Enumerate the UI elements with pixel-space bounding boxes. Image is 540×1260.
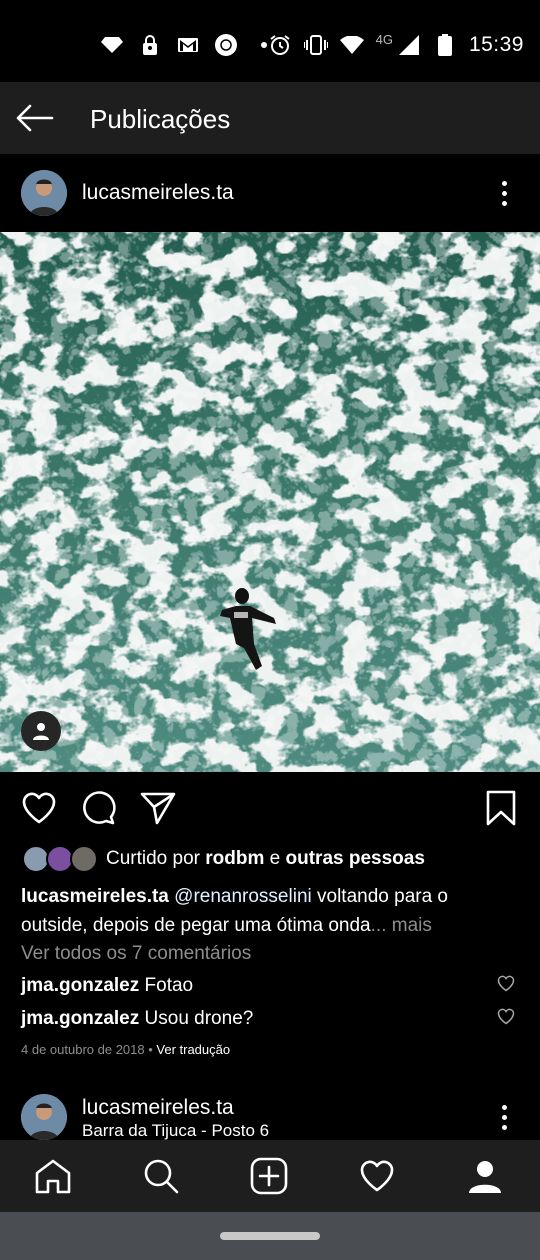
likes-prefix: Curtido por	[106, 848, 206, 869]
comment-username[interactable]: jma.gonzalez	[21, 1008, 139, 1029]
comment-username[interactable]: jma.gonzalez	[21, 975, 139, 996]
liker-avatar	[70, 845, 98, 873]
likes-text: Curtido por rodbm e outras pessoas	[106, 848, 425, 870]
caption-mention[interactable]: @renanrosselini	[174, 886, 312, 907]
system-icons: 4G 15:39	[268, 31, 524, 57]
comment-button[interactable]	[78, 788, 118, 828]
more-options-button[interactable]	[492, 1099, 516, 1135]
wifi-icon	[339, 33, 364, 57]
nav-new-post-button[interactable]	[249, 1156, 289, 1196]
comment: jma.gonzalez Usou drone?	[21, 1008, 253, 1030]
heart-icon	[497, 975, 515, 991]
post-caption: lucasmeireles.ta @renanrosselini voltand…	[21, 882, 511, 940]
translate-link[interactable]: Ver tradução	[156, 1042, 230, 1057]
likes-summary[interactable]: Curtido por rodbm e outras pessoas	[22, 843, 425, 875]
avatar[interactable]	[21, 1094, 67, 1140]
back-button[interactable]	[14, 100, 56, 136]
signal-icon	[397, 33, 421, 57]
system-navigation-bar	[0, 1212, 540, 1260]
lock-person-icon	[138, 33, 162, 57]
vibrate-icon	[303, 33, 328, 57]
post-username[interactable]: lucasmeireles.ta	[82, 181, 234, 205]
post-meta: 4 de outubro de 2018 • Ver tradução	[21, 1042, 230, 1057]
share-button[interactable]	[138, 788, 178, 828]
nav-search-button[interactable]	[141, 1156, 181, 1196]
send-icon	[140, 792, 176, 825]
heart-icon	[360, 1160, 394, 1192]
meta-separator: •	[144, 1042, 157, 1057]
next-post-location[interactable]: Barra da Tijuca - Posto 6	[82, 1121, 269, 1141]
page-title: Publicações	[90, 104, 231, 134]
home-icon	[35, 1159, 71, 1194]
like-button[interactable]	[19, 788, 59, 828]
more-options-button[interactable]	[492, 175, 516, 211]
kebab-dot	[501, 190, 507, 196]
view-all-comments-link[interactable]: Ver todos os 7 comentários	[21, 943, 251, 965]
notification-icons	[100, 33, 276, 57]
comment-text: Usou drone?	[144, 1008, 254, 1029]
heart-icon	[497, 1008, 515, 1024]
add-post-icon	[250, 1157, 288, 1195]
comment-like-button[interactable]	[496, 973, 516, 993]
search-icon	[144, 1159, 179, 1194]
back-arrow-icon	[16, 104, 54, 132]
network-type-label: 4G	[375, 31, 393, 47]
heart-icon	[22, 792, 56, 824]
globo-app-icon	[214, 33, 238, 57]
comment: jma.gonzalez Fotao	[21, 975, 193, 997]
likes-joiner: e	[264, 848, 286, 869]
kebab-dot	[501, 1124, 507, 1130]
home-gesture-pill[interactable]	[220, 1232, 320, 1240]
caption-more-link[interactable]: ... mais	[371, 915, 432, 936]
comment-icon	[83, 791, 116, 825]
battery-icon	[433, 33, 457, 57]
bottom-nav	[0, 1140, 540, 1212]
nav-profile-button[interactable]	[465, 1156, 505, 1196]
avatar[interactable]	[21, 170, 67, 216]
diamond-icon	[100, 33, 124, 57]
next-post-username[interactable]: lucasmeireles.ta	[82, 1096, 234, 1120]
status-bar: 4G 15:39	[0, 0, 540, 82]
app-bar: Publicações	[0, 82, 540, 154]
nav-activity-button[interactable]	[357, 1156, 397, 1196]
comment-like-button[interactable]	[496, 1006, 516, 1026]
kebab-dot	[501, 1114, 507, 1120]
post-date: 4 de outubro de 2018	[21, 1042, 145, 1057]
kebab-dot	[501, 200, 507, 206]
person-icon	[33, 723, 49, 740]
liker-avatars	[22, 844, 100, 874]
tagged-people-button[interactable]	[21, 711, 61, 751]
profile-icon	[469, 1161, 501, 1193]
bookmark-icon	[486, 790, 516, 826]
kebab-dot	[501, 1104, 507, 1110]
alarm-icon	[268, 33, 292, 57]
comment-text: Fotao	[144, 975, 194, 996]
post-photo[interactable]	[0, 232, 540, 772]
clock: 15:39	[468, 33, 524, 56]
nav-home-button[interactable]	[33, 1156, 73, 1196]
liker-username[interactable]: rodbm	[205, 848, 264, 869]
likes-others[interactable]: outras pessoas	[286, 848, 425, 869]
save-button[interactable]	[481, 788, 521, 828]
post-actions	[0, 772, 540, 842]
post-header: lucasmeireles.ta	[0, 154, 540, 232]
gmail-icon	[176, 33, 200, 57]
caption-username[interactable]: lucasmeireles.ta	[21, 886, 169, 907]
kebab-dot	[501, 180, 507, 186]
